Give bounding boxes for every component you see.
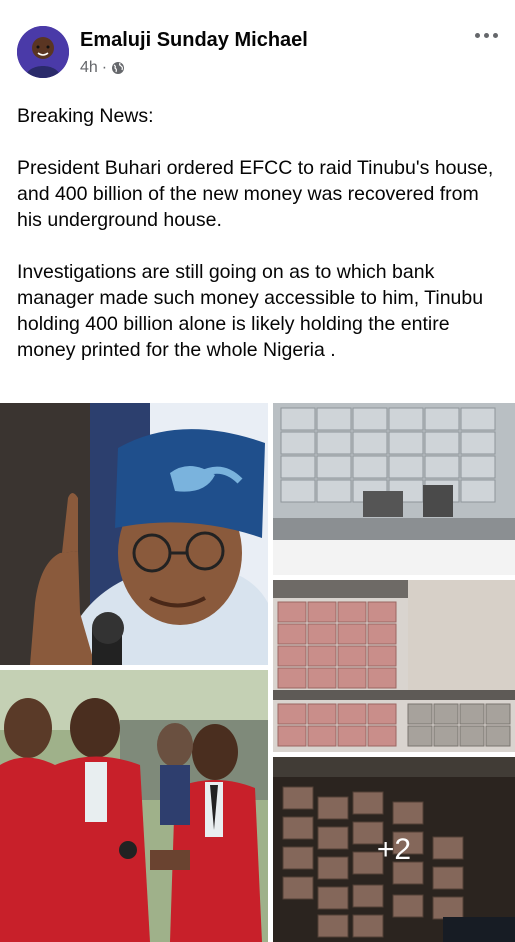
photo-more[interactable]: +2 [273,757,515,942]
photo-gallery: +2 [0,403,515,942]
globe-icon[interactable] [111,61,125,75]
meta-separator: · [101,59,108,76]
post-paragraph: Breaking News: [17,105,154,127]
author-avatar[interactable] [17,26,69,78]
photo-efcc-officers[interactable] [0,670,268,942]
post-time[interactable]: 4h [80,59,98,77]
photo-politician[interactable] [0,403,268,665]
photo-money-stacks[interactable] [273,403,515,575]
post-meta: 4h · [80,59,125,77]
post-paragraph: Investigations are still going on as to … [17,261,484,361]
more-horizontal-icon[interactable] [475,28,501,42]
post-header: Emaluji Sunday Michael 4h · [0,0,515,90]
post-paragraph: President Buhari ordered EFCC to raid Ti… [17,157,494,231]
author-name[interactable]: Emaluji Sunday Michael [80,29,308,52]
post-body: Breaking News: President Buhari ordered … [17,103,507,363]
photo-pink-bundles[interactable] [273,580,515,752]
more-photos-count[interactable]: +2 [273,757,515,942]
